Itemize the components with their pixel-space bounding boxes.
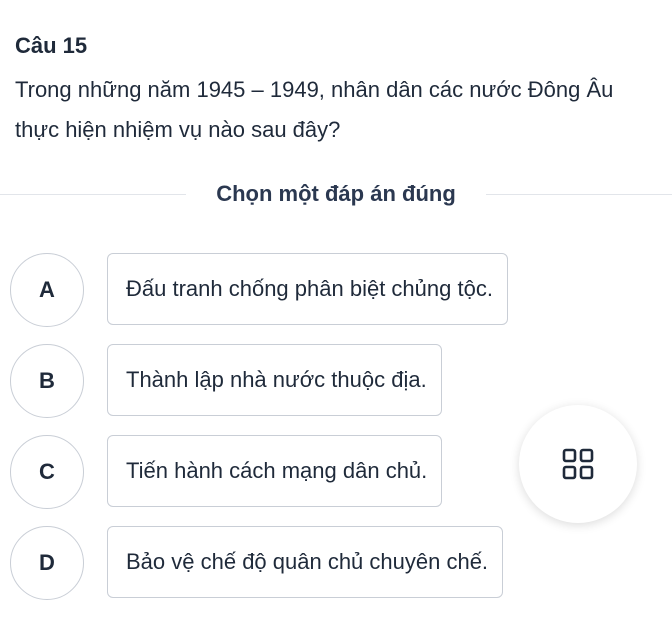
divider-line-left xyxy=(0,193,187,195)
grid-icon xyxy=(562,448,594,480)
option-c-letter[interactable]: C xyxy=(10,435,84,509)
instruction-divider: Chọn một đáp án đúng xyxy=(0,176,672,212)
divider-line-right xyxy=(485,193,672,195)
option-c-answer[interactable]: Tiến hành cách mạng dân chủ. xyxy=(107,435,443,507)
question-menu-button[interactable] xyxy=(519,405,637,523)
option-d-answer[interactable]: Bảo vệ chế độ quân chủ chuyên chế. xyxy=(107,526,504,598)
option-b-answer[interactable]: Thành lập nhà nước thuộc địa. xyxy=(107,344,442,416)
instruction-label: Chọn một đáp án đúng xyxy=(216,181,456,206)
question-text: Trong những năm 1945 – 1949, nhân dân cá… xyxy=(15,77,614,142)
question-number: Câu 15 xyxy=(15,33,88,58)
option-d-letter[interactable]: D xyxy=(10,526,84,600)
option-b-letter[interactable]: B xyxy=(10,344,84,418)
option-a-letter[interactable]: A xyxy=(10,253,84,327)
option-a-answer[interactable]: Đấu tranh chống phân biệt chủng tộc. xyxy=(107,253,508,325)
